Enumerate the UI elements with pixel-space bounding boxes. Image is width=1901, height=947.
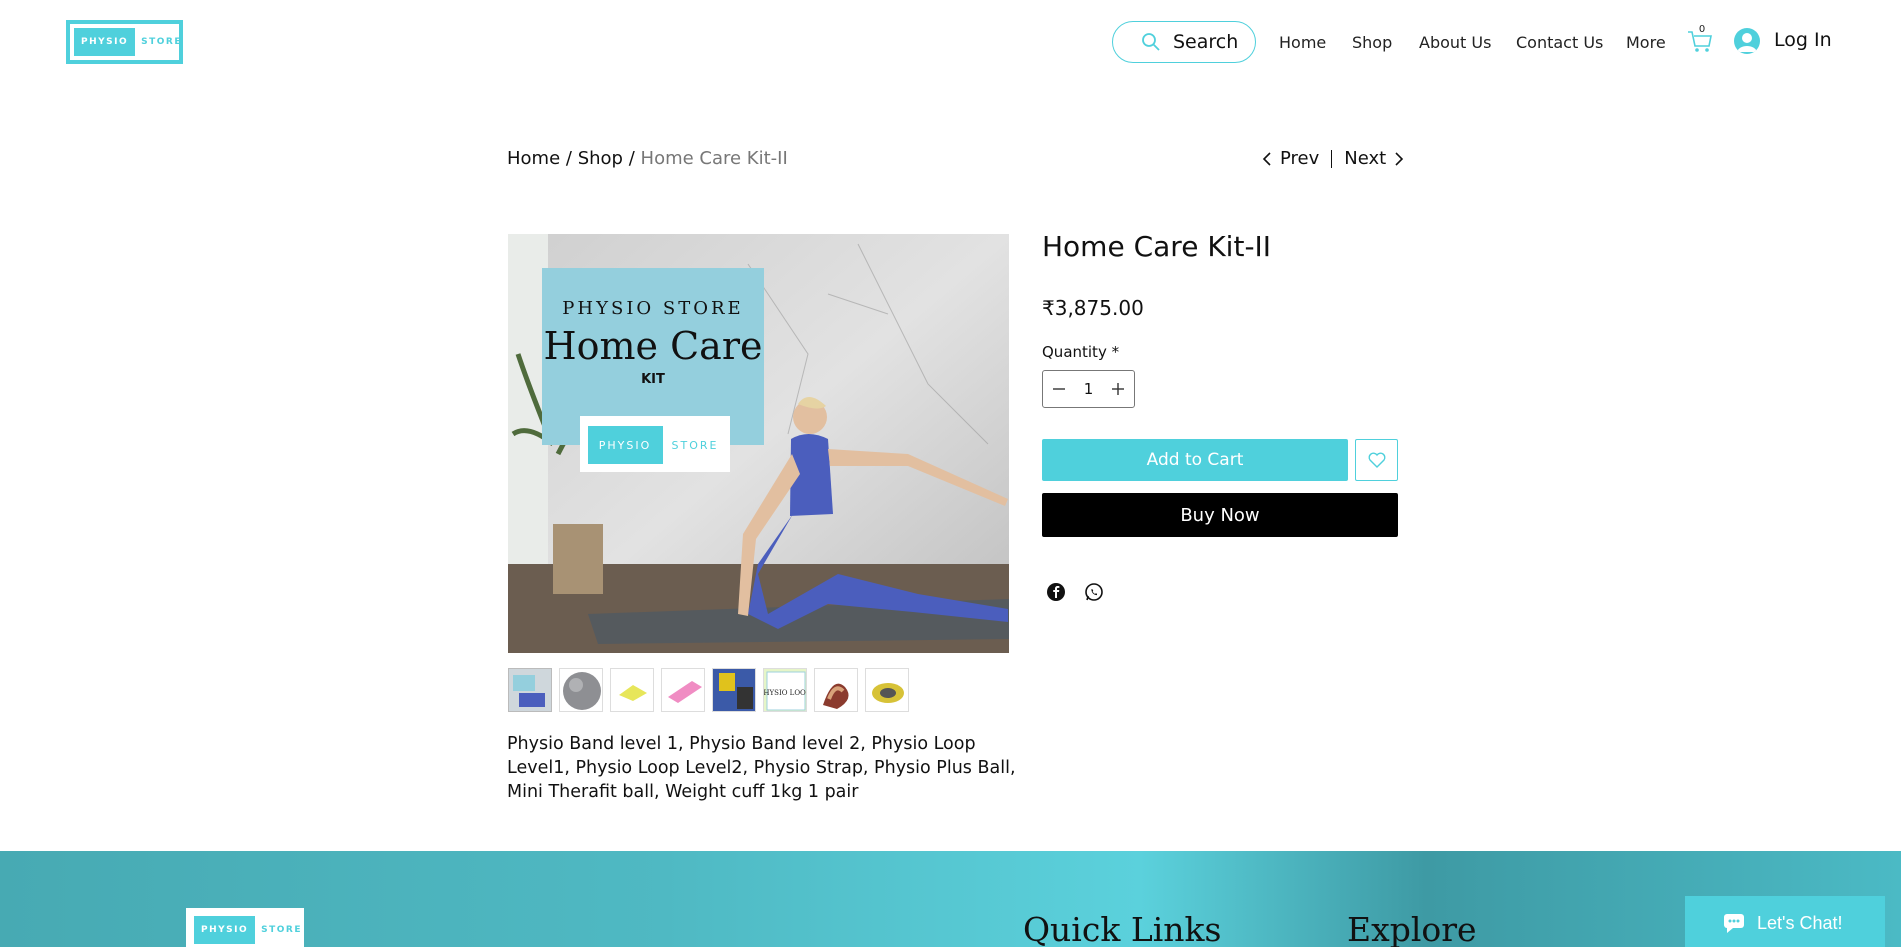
plus-icon[interactable]: [1110, 381, 1126, 397]
nav-home[interactable]: Home: [1279, 33, 1326, 52]
footer-quick-links-heading: Quick Links: [1023, 910, 1222, 947]
chat-bubble-icon: [1724, 913, 1744, 933]
product-description: Physio Band level 1, Physio Band level 2…: [507, 734, 1016, 802]
breadcrumb: Home / Shop / Home Care Kit-II: [507, 148, 788, 169]
minus-icon[interactable]: [1051, 381, 1067, 397]
footer-logo-store-text: STORE: [261, 925, 302, 935]
product-pager: Prev Next: [1262, 148, 1404, 169]
search-button[interactable]: Search: [1112, 21, 1256, 63]
add-to-cart-button[interactable]: Add to Cart: [1042, 439, 1348, 481]
facebook-icon[interactable]: [1046, 582, 1066, 602]
thumbnail-1[interactable]: [508, 668, 552, 712]
chevron-left-icon[interactable]: [1262, 151, 1272, 167]
product-main-image[interactable]: PHYSIO STORE Home Care KIT PHYSIO STORE: [508, 234, 1009, 653]
svg-text:STORE: STORE: [672, 439, 719, 452]
logo-physio-text: PHYSIO: [74, 28, 136, 56]
quantity-value[interactable]: 1: [1084, 380, 1094, 398]
thumbnail-5[interactable]: [712, 668, 756, 712]
thumbnail-2[interactable]: [559, 668, 603, 712]
product-title: Home Care Kit-II: [1042, 230, 1272, 263]
nav-contact-us[interactable]: Contact Us: [1516, 33, 1603, 52]
cart-button[interactable]: 0: [1686, 24, 1716, 56]
share-bar: [1046, 582, 1104, 602]
thumbnail-3[interactable]: [610, 668, 654, 712]
image-headline-text: Home Care: [543, 324, 762, 368]
svg-text:HYSIO LOOI: HYSIO LOOI: [764, 689, 807, 697]
prev-link[interactable]: Prev: [1280, 148, 1319, 169]
thumbnail-6[interactable]: HYSIO LOOI: [763, 668, 807, 712]
breadcrumb-home[interactable]: Home: [507, 148, 560, 169]
next-link[interactable]: Next: [1344, 148, 1386, 169]
cart-count: 0: [1698, 24, 1706, 35]
site-logo[interactable]: PHYSIO STORE: [66, 20, 183, 64]
breadcrumb-shop[interactable]: Shop: [578, 148, 623, 169]
svg-text:PHYSIO: PHYSIO: [599, 439, 652, 452]
thumbnail-7[interactable]: [814, 668, 858, 712]
search-label: Search: [1173, 31, 1239, 53]
whatsapp-icon[interactable]: [1084, 582, 1104, 602]
buy-now-button[interactable]: Buy Now: [1042, 493, 1398, 537]
pager-divider: [1331, 149, 1333, 168]
product-price: ₹3,875.00: [1042, 296, 1144, 320]
site-header: PHYSIO STORE Search Home Shop About Us C…: [0, 0, 1901, 84]
avatar-icon[interactable]: [1734, 28, 1760, 54]
thumbnail-strip: HYSIO LOOI: [508, 668, 909, 712]
wishlist-button[interactable]: [1355, 439, 1398, 481]
breadcrumb-separator: /: [628, 148, 635, 169]
footer-explore-heading: Explore: [1347, 910, 1477, 947]
image-kit-text: KIT: [641, 372, 665, 387]
footer-logo[interactable]: PHYSIO STORE: [186, 908, 304, 947]
chat-button[interactable]: Let's Chat!: [1685, 896, 1885, 947]
search-icon: [1142, 33, 1160, 51]
thumbnail-8[interactable]: [865, 668, 909, 712]
breadcrumb-separator: /: [565, 148, 572, 169]
breadcrumb-current: Home Care Kit-II: [640, 148, 788, 169]
image-brand-text: PHYSIO STORE: [562, 298, 743, 319]
logo-store-text: STORE: [141, 37, 182, 47]
login-link[interactable]: Log In: [1774, 29, 1832, 51]
quantity-label: Quantity *: [1042, 343, 1120, 361]
nav-shop[interactable]: Shop: [1352, 33, 1392, 52]
thumbnail-4[interactable]: [661, 668, 705, 712]
quantity-stepper[interactable]: 1: [1042, 370, 1135, 408]
chat-label: Let's Chat!: [1757, 913, 1843, 933]
heart-icon: [1368, 452, 1385, 468]
nav-more[interactable]: More: [1626, 33, 1666, 52]
nav-about-us[interactable]: About Us: [1419, 33, 1491, 52]
chevron-right-icon[interactable]: [1394, 151, 1404, 167]
footer-logo-physio-text: PHYSIO: [194, 916, 256, 944]
